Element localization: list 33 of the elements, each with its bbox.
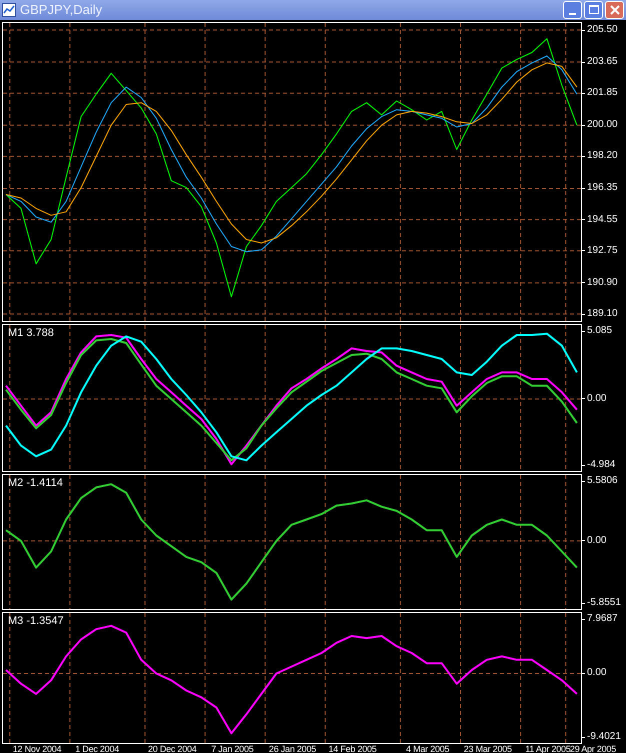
axis-label: 0.00: [587, 534, 606, 546]
date-label: 4 Mar 2005: [406, 744, 450, 753]
date-label: 7 Jan 2005: [211, 744, 254, 753]
axis-label: 5.085: [587, 325, 612, 336]
axis-label: 201.85: [587, 87, 618, 98]
axis-label: 190.90: [587, 276, 618, 288]
axis-label: 196.35: [587, 182, 618, 194]
axis-label: 200.00: [587, 119, 618, 130]
axis-label: 203.65: [587, 56, 618, 68]
axis-label: 192.75: [587, 244, 618, 256]
axis-label: 205.50: [587, 24, 618, 35]
date-label: 11 Apr 2005: [525, 744, 571, 753]
date-label: 26 Jan 2005: [268, 744, 316, 753]
axis-label: 0.00: [587, 392, 606, 404]
date-label: 14 Feb 2005: [328, 744, 377, 753]
indicator-label: M3 -1.3547: [8, 614, 64, 628]
date-label: 29 Apr 2005: [570, 744, 616, 753]
indicator-label: M1 3.788: [8, 326, 54, 340]
indicator-label: M2 -1.4114: [8, 476, 63, 490]
axis-label: 189.10: [587, 308, 618, 319]
axis-label: -5.8551: [587, 597, 621, 608]
date-label: 20 Dec 2004: [148, 744, 197, 753]
date-label: 1 Dec 2004: [75, 744, 120, 753]
axis-label: 194.55: [587, 214, 618, 225]
axis-label: -9.4021: [587, 731, 621, 742]
date-label: 12 Nov 2004: [12, 744, 62, 753]
window-title: GBPJPY,Daily: [20, 1, 102, 19]
axis-label: 7.9687: [587, 613, 618, 624]
axis-label: -4.984: [587, 459, 616, 470]
axis-label: 198.20: [587, 150, 618, 162]
date-label: 23 Mar 2005: [464, 744, 512, 753]
axis-label: 0.00: [587, 667, 606, 678]
axis-label: 5.5806: [587, 475, 618, 486]
